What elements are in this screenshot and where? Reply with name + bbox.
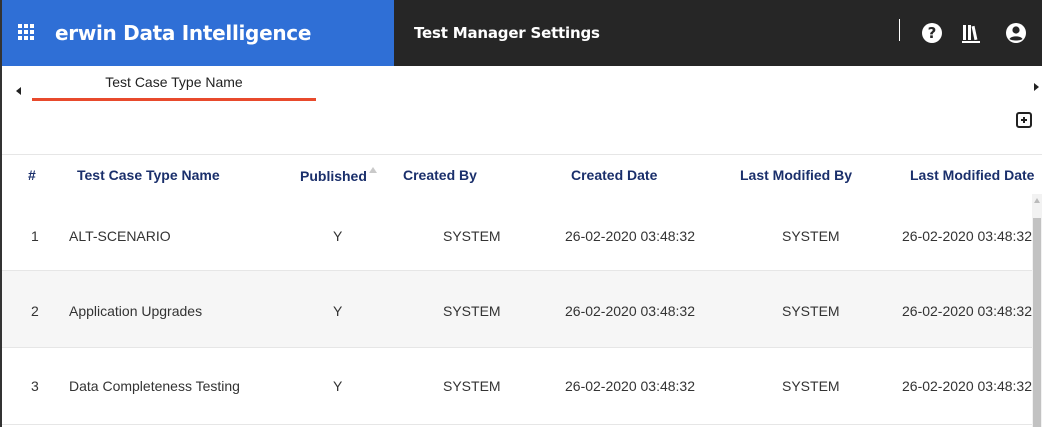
cell-created-by: SYSTEM: [443, 303, 501, 319]
cell-number: 3: [31, 378, 39, 394]
cell-created-date: 26-02-2020 03:48:32: [565, 378, 695, 394]
header-divider: [899, 19, 900, 41]
cell-number: 2: [31, 303, 39, 319]
app-title: erwin Data Intelligence: [55, 21, 312, 45]
cell-modified-by: SYSTEM: [782, 228, 840, 244]
column-header-created-by[interactable]: Created By: [403, 167, 477, 183]
cell-published: Y: [333, 303, 343, 319]
cell-created-date: 26-02-2020 03:48:32: [565, 228, 695, 244]
page-title: Test Manager Settings: [414, 24, 600, 42]
cell-modified-date: 26-02-2020 03:48:32: [902, 303, 1032, 319]
cell-name: Application Upgrades: [69, 303, 203, 319]
sort-asc-icon: [368, 167, 377, 173]
help-icon[interactable]: ?: [922, 23, 942, 43]
scroll-up-icon[interactable]: [1034, 198, 1040, 203]
tab-label: Test Case Type Name: [105, 74, 243, 90]
top-header: erwin Data Intelligence Test Manager Set…: [0, 0, 1042, 66]
scrollbar-thumb[interactable]: [1033, 218, 1041, 427]
tab-scroll-left-icon[interactable]: [16, 87, 21, 95]
cell-created-by: SYSTEM: [443, 378, 501, 394]
brand-area: erwin Data Intelligence: [0, 0, 394, 66]
grid-menu-icon[interactable]: [18, 24, 34, 40]
tab-test-case-type-name[interactable]: Test Case Type Name: [32, 68, 316, 102]
cell-created-by: SYSTEM: [443, 228, 501, 244]
window-left-border: [0, 0, 2, 427]
table-row[interactable]: 1 ALT-SCENARIO Y SYSTEM 26-02-2020 03:48…: [0, 194, 1032, 271]
cell-modified-by: SYSTEM: [782, 378, 840, 394]
cell-name: ALT-SCENARIO: [69, 228, 171, 244]
table-row[interactable]: 2 Application Upgrades Y SYSTEM 26-02-20…: [0, 271, 1032, 348]
cell-published: Y: [333, 228, 343, 244]
vertical-scrollbar[interactable]: [1032, 194, 1042, 427]
column-header-last-modified-by[interactable]: Last Modified By: [740, 167, 852, 183]
column-header-created-date[interactable]: Created Date: [571, 167, 657, 183]
table-row[interactable]: 3 Data Completeness Testing Y SYSTEM 26-…: [0, 348, 1032, 425]
column-header-name[interactable]: Test Case Type Name: [77, 167, 220, 183]
column-header-published-label: Published: [300, 168, 367, 184]
cell-number: 1: [31, 228, 39, 244]
cell-modified-by: SYSTEM: [782, 303, 840, 319]
tab-active-indicator: [32, 98, 316, 101]
app-window: erwin Data Intelligence Test Manager Set…: [0, 0, 1042, 427]
cell-name: Data Completeness Testing: [69, 378, 240, 394]
column-header-published[interactable]: Published: [300, 167, 377, 184]
tab-scroll-right-icon[interactable]: [1034, 83, 1039, 91]
cell-modified-date: 26-02-2020 03:48:32: [902, 378, 1032, 394]
column-header-last-modified-date[interactable]: Last Modified Date: [910, 167, 1034, 183]
cell-created-date: 26-02-2020 03:48:32: [565, 303, 695, 319]
column-header-number[interactable]: #: [28, 167, 36, 183]
add-icon[interactable]: [1016, 112, 1032, 128]
cell-modified-date: 26-02-2020 03:48:32: [902, 228, 1032, 244]
table-header: # Test Case Type Name Published Created …: [0, 154, 1042, 195]
user-icon[interactable]: [1005, 22, 1027, 44]
library-icon[interactable]: [961, 22, 983, 44]
cell-published: Y: [333, 378, 343, 394]
